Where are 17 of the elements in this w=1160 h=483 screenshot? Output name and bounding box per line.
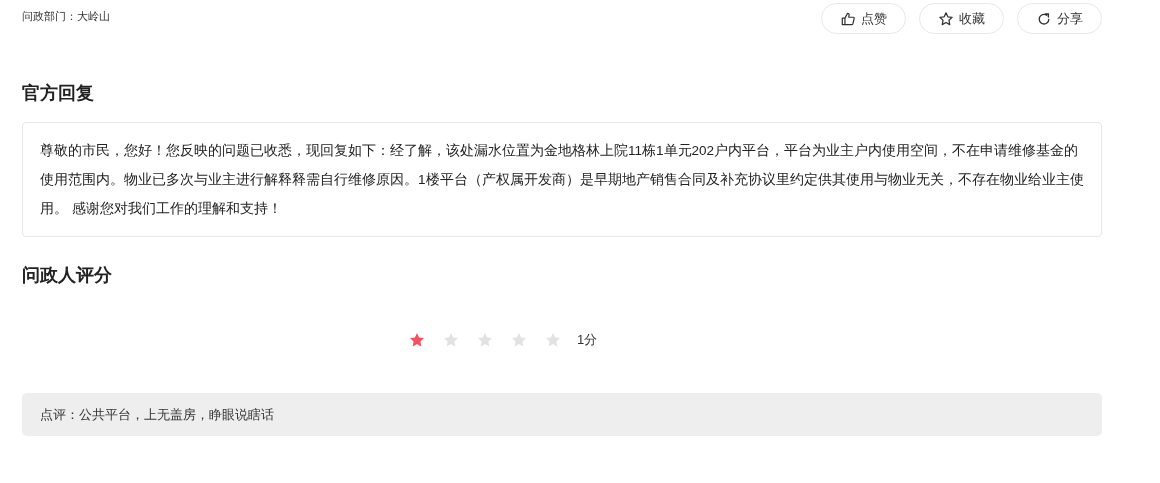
share-icon	[1036, 11, 1051, 26]
like-button[interactable]: 点赞	[821, 3, 906, 34]
thumbs-up-icon	[840, 11, 855, 26]
reply-text: 尊敬的市民，您好！您反映的问题已收悉，现回复如下：经了解，该处漏水位置为金地格林上院11栋1单元202户内平台，平台为业主户内使用空间，不在申请维修基金的使用范围内。物业已多次与业主进行解释释需自行维修原因。1楼平台（产权属开发商）是早期地产销售合同及补充协议里约定供其使用与物业无关，不存在物业给业主使用。 感谢您对我们工作的理解和支持！	[22, 122, 1102, 237]
star-icon[interactable]	[409, 332, 425, 348]
star-icon[interactable]	[443, 332, 459, 348]
star-icon[interactable]	[511, 332, 527, 348]
score-label: 1分	[577, 331, 598, 349]
star-icon	[938, 11, 953, 26]
favorite-button[interactable]: 收藏	[919, 3, 1004, 34]
star-icon[interactable]	[545, 332, 561, 348]
comment-text: 点评：公共平台，上无盖房，睁眼说瞎话	[22, 393, 1102, 436]
star-icon[interactable]	[477, 332, 493, 348]
department-label: 问政部门：大岭山	[22, 9, 110, 24]
section-heading: 问政人评分	[22, 264, 113, 287]
share-button[interactable]: 分享	[1017, 3, 1102, 34]
section-heading: 官方回复	[22, 82, 95, 105]
